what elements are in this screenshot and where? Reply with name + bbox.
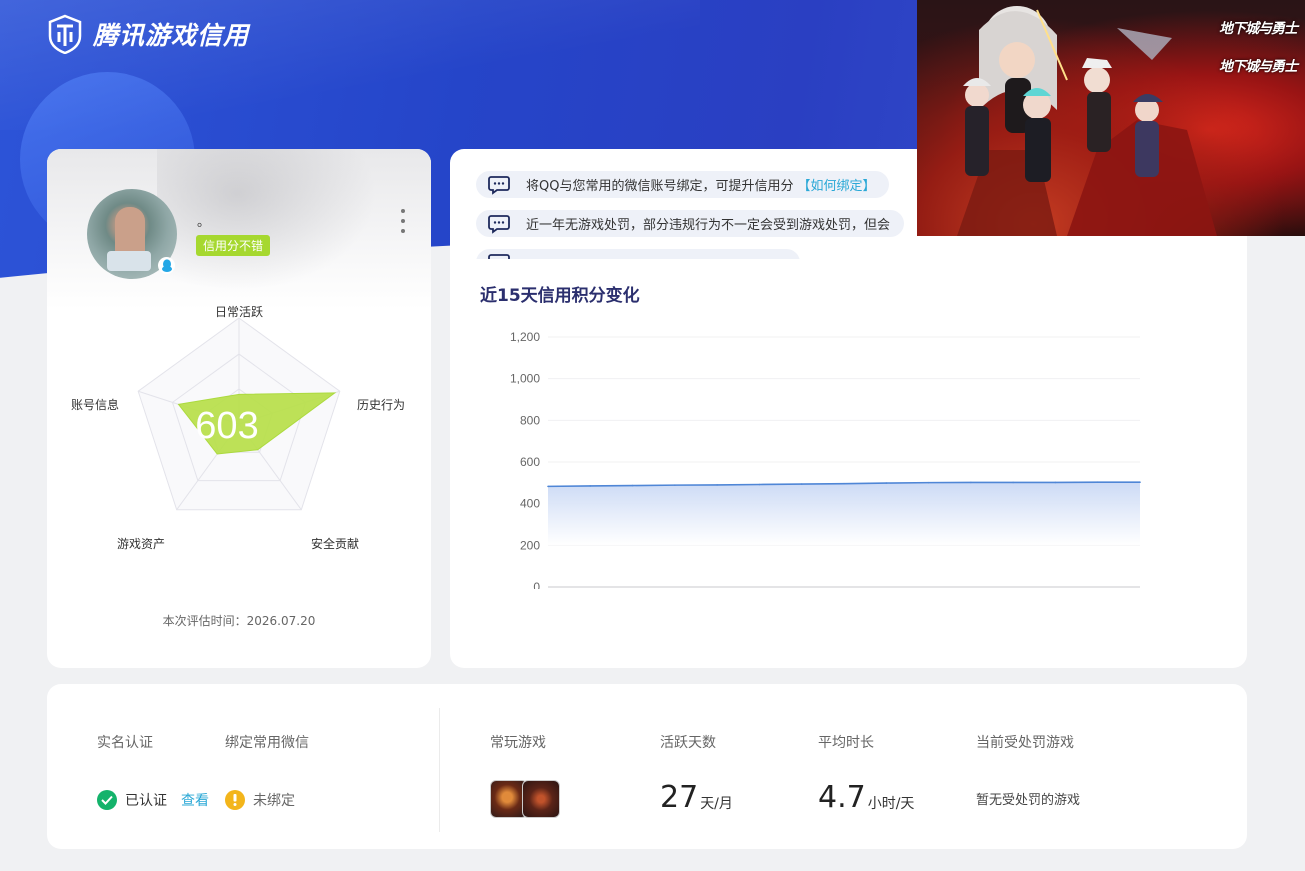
- chart-title: 近15天信用积分变化: [480, 286, 640, 306]
- avatar-seat: [107, 251, 151, 271]
- stats-divider: [439, 708, 440, 832]
- stats-card: 实名认证 绑定常用微信 已认证 查看 未绑定 常玩游戏 活跃天数 27 天/月 …: [47, 684, 1247, 849]
- data-point: [758, 483, 761, 486]
- active-days-unit: 天/月: [700, 795, 733, 812]
- brand-logo[interactable]: 腾讯游戏信用: [46, 14, 249, 54]
- avg-duration-value: 4.7 小时/天: [818, 780, 914, 815]
- warning-circle-icon: [225, 790, 245, 810]
- realname-label: 实名认证: [97, 735, 153, 751]
- y-tick-label: 200: [520, 538, 540, 552]
- credit-level-badge: 信用分不错: [196, 235, 271, 256]
- avg-duration-number: 4.7: [818, 780, 866, 815]
- profile-backdrop-art: [157, 149, 387, 299]
- credit-score-value: 603: [195, 405, 258, 447]
- frequent-games-list: [490, 780, 560, 818]
- data-point: [674, 484, 676, 486]
- data-point: [1054, 481, 1057, 484]
- y-tick-label: 800: [520, 413, 540, 427]
- radar-label-history: 历史行为: [357, 398, 406, 412]
- game-thumbnail[interactable]: [522, 780, 560, 818]
- y-tick-label: 0: [533, 580, 540, 589]
- check-circle-icon: [97, 790, 117, 810]
- radar-svg: 603: [137, 317, 341, 511]
- data-point: [547, 485, 549, 488]
- active-days-label: 活跃天数: [660, 735, 716, 751]
- notice-item[interactable]: 将QQ与您常用的微信账号绑定，可提升信用分 【如何绑定】: [476, 171, 890, 198]
- avg-duration-unit: 小时/天: [867, 795, 915, 812]
- qq-penguin-icon: [158, 257, 175, 274]
- game-ad-banner[interactable]: 地下城与勇士 地下城与勇士: [917, 0, 1305, 236]
- y-tick-label: 1,000: [510, 372, 540, 386]
- message-icon: [488, 175, 510, 195]
- brand-name: 腾讯游戏信用: [93, 21, 250, 50]
- avg-duration-label: 平均时长: [818, 735, 874, 751]
- series-area: [548, 482, 1140, 546]
- credit-score-line-chart: 02004006008001,0001,20007日08日09日10日11日12…: [510, 330, 1141, 589]
- punished-games-text: 暂无受处罚的游戏: [976, 793, 1081, 808]
- credit-radar-chart: 603 日常活跃 历史行为 安全贡献 游戏资产 账号信息: [67, 299, 411, 559]
- data-point: [631, 484, 634, 487]
- more-options-icon[interactable]: [397, 209, 409, 233]
- notice-item[interactable]: 近一年无游戏处罚，部分违规行为不一定会受到游戏处罚，但会: [476, 210, 905, 237]
- shield-logo-icon: [48, 14, 82, 54]
- notice-item[interactable]: [476, 249, 800, 259]
- punished-games-label: 当前受处罚游戏: [976, 735, 1074, 751]
- data-point: [1012, 481, 1014, 484]
- message-icon: [488, 253, 510, 259]
- evaluation-time: 本次评估时间：2026.07.20: [162, 614, 316, 628]
- wechat-bind-status-text: 未绑定: [253, 793, 295, 809]
- data-point: [800, 483, 803, 485]
- radar-label-account: 账号信息: [71, 398, 120, 412]
- data-point: [716, 484, 718, 486]
- profile-card: 。 信用分不错 603 日常活跃 历史行为 安全贡献 游戏资产 账号信息 本次评…: [47, 149, 431, 668]
- wechat-bind-label: 绑定常用微信: [225, 735, 309, 751]
- data-point: [885, 482, 888, 484]
- data-point: [1139, 481, 1141, 484]
- data-point: [843, 482, 845, 485]
- active-days-value: 27 天/月: [660, 780, 733, 815]
- punished-games-value: 暂无受处罚的游戏: [976, 789, 1080, 808]
- active-days-number: 27: [660, 780, 699, 815]
- nickname: 。: [197, 215, 211, 230]
- wechat-bind-status[interactable]: 未绑定: [225, 790, 295, 810]
- data-point: [970, 481, 972, 484]
- notice-text: 近一年无游戏处罚，部分违规行为不一定会受到游戏处罚，但会: [526, 218, 891, 233]
- y-tick-label: 400: [520, 497, 540, 511]
- message-icon: [488, 214, 510, 234]
- game-logo-2: 地下城与勇士: [1219, 59, 1298, 75]
- radar-label-security: 安全贡献: [311, 537, 360, 551]
- notice-text: 将QQ与您常用的微信账号绑定，可提升信用分: [526, 179, 794, 194]
- realname-status: 已认证 查看: [97, 790, 209, 810]
- data-point: [589, 485, 592, 487]
- radar-label-assets: 游戏资产: [117, 537, 166, 551]
- how-to-bind-link[interactable]: 【如何绑定】: [797, 175, 875, 194]
- data-point: [1096, 481, 1099, 484]
- data-point: [927, 481, 930, 484]
- realname-status-text: 已认证: [125, 793, 167, 809]
- frequent-games-label: 常玩游戏: [490, 735, 546, 751]
- radar-label-daily-activity: 日常活跃: [215, 305, 264, 319]
- realname-view-link[interactable]: 查看: [181, 790, 209, 810]
- y-tick-label: 600: [520, 455, 540, 469]
- game-logo-1: 地下城与勇士: [1219, 21, 1298, 37]
- y-tick-label: 1,200: [510, 330, 540, 344]
